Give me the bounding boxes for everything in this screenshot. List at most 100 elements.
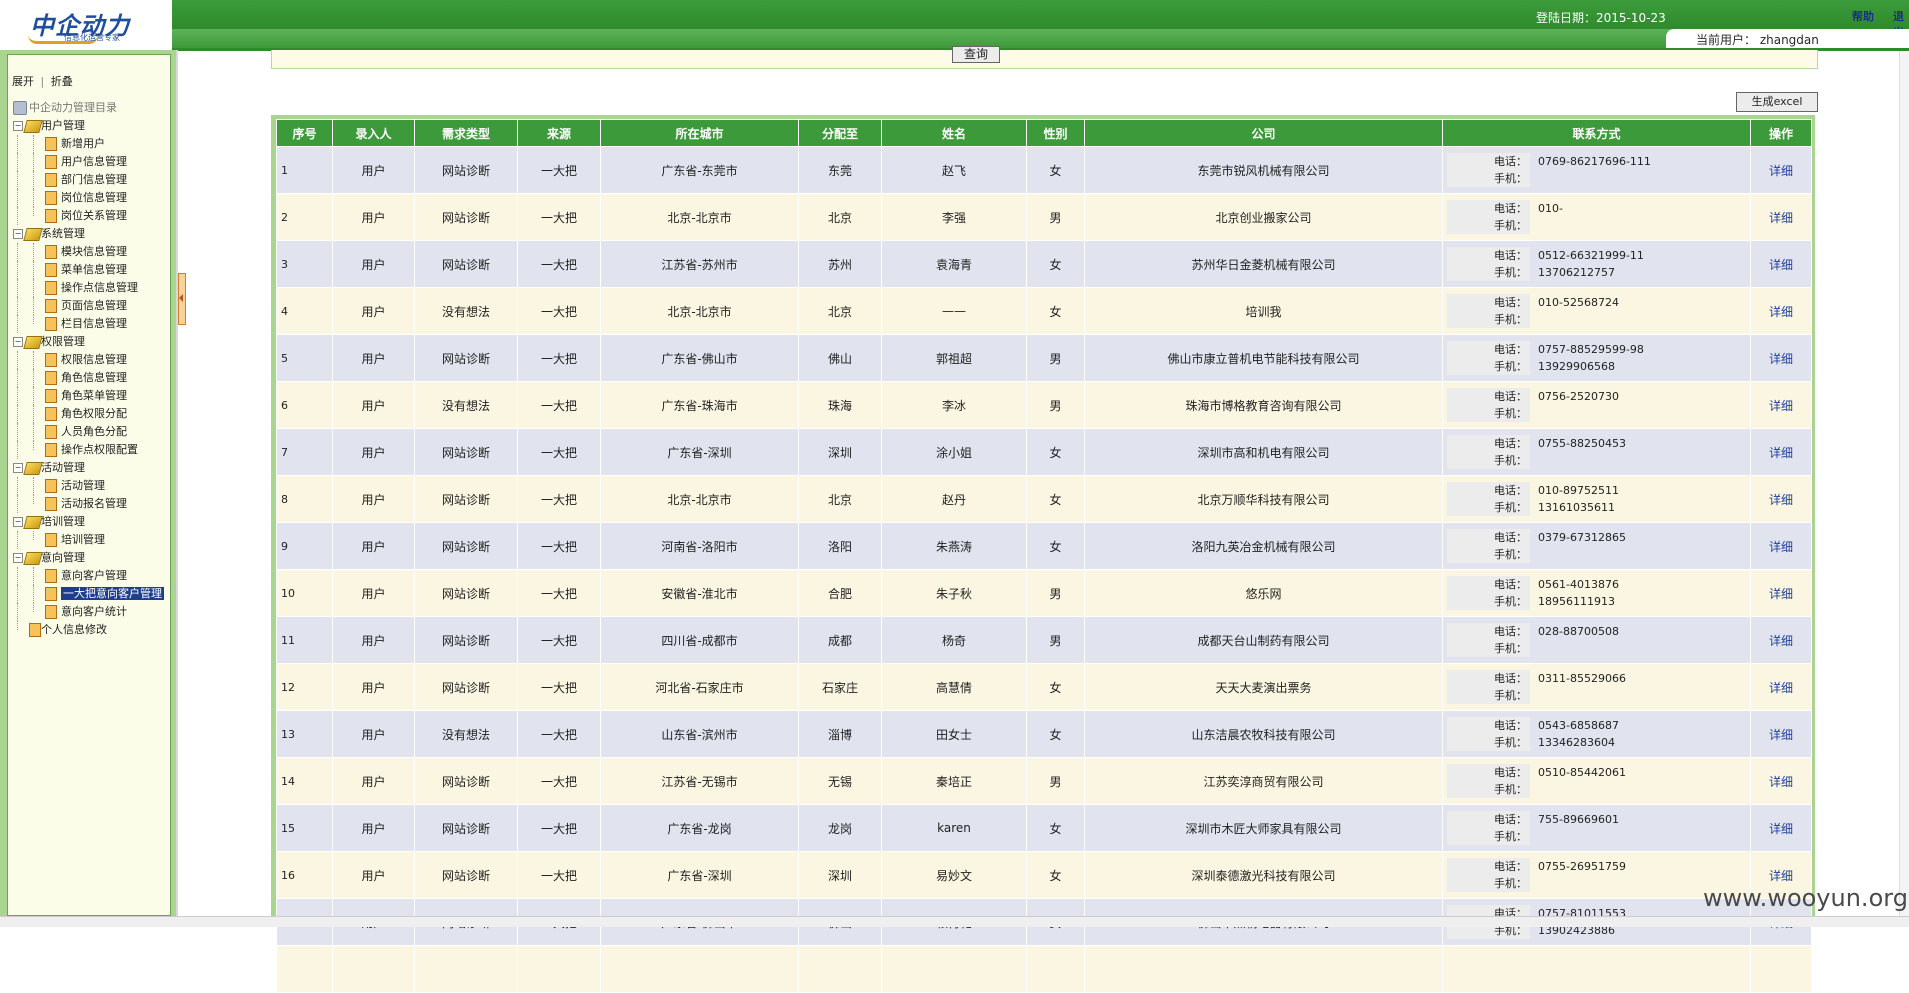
horizontal-scrollbar[interactable] [0,916,1909,927]
cell-city: 山东省-滨州市 [600,710,799,758]
tree-group[interactable]: − 权限管理 [11,333,164,351]
tree-item[interactable]: 新增用户 [11,135,164,153]
cell-contact: 电话： 0512-66321999-11 手机： 13706212757 [1442,240,1751,288]
tree-item[interactable]: 模块信息管理 [11,243,164,261]
tree-item[interactable]: 活动管理 [11,477,164,495]
table-row: 5 用户 网站诊断 一大把 广东省-佛山市 佛山 郭祖超男佛山市康立普机电节能科技有限公司电… [276,334,1812,382]
mobile-value: 13346283604 [1538,736,1615,749]
tree-line [33,585,34,603]
tree-group[interactable]: − 活动管理 [11,459,164,477]
tree-line [17,477,18,495]
cell-company: 山东洁晨农牧科技有限公司 [1084,710,1443,758]
customer-table: 序号 录入人 需求类型 来源 所在城市 分配至 姓名 性别 公司 联系方式 操作 1 用户 网站诊断 一大… [276,119,1812,993]
cell-name: 李强 [881,193,1027,241]
tree-line [33,351,34,369]
cell-type: 没有想法 [414,381,518,429]
table-row: 11 用户 网站诊断 一大把 四川省-成都市 成都 杨奇男成都天台山制药有限公司 电话： 028… [276,616,1812,664]
cell-to: 无锡 [798,757,882,805]
tree-group[interactable]: − 用户管理 [11,117,164,135]
detail-link[interactable]: 详细 [1750,710,1812,758]
cell-type: 网站诊断 [414,240,518,288]
tree-item[interactable]: 意向客户统计 [11,603,164,621]
tree-item[interactable]: 操作点信息管理 [11,279,164,297]
page-icon [45,389,57,403]
page-icon [45,191,57,205]
tree-item[interactable]: 培训管理 [11,531,164,549]
collapse-toggle-icon[interactable]: − [13,517,23,527]
detail-link[interactable]: 详细 [1750,240,1812,288]
collapse-toggle-icon[interactable]: − [13,121,23,131]
collapse-toggle-icon[interactable]: − [13,337,23,347]
expand-all-link[interactable]: 展开 [12,75,34,88]
detail-link[interactable]: 详细 [1750,522,1812,570]
tree-line [33,297,34,315]
tree-item[interactable]: 活动报名管理 [11,495,164,513]
export-excel-button[interactable]: 生成excel [1736,92,1818,112]
tree-item[interactable]: 一大把意向客户管理 [11,585,164,603]
tree-item[interactable]: 操作点权限配置 [11,441,164,459]
mobile-line: 手机： 13706212757 [1443,264,1750,281]
cell-sex: 男 [1026,569,1085,617]
watermark: www.wooyun.org [1703,884,1908,912]
toggle-separator: | [40,75,45,88]
sidebar-collapse-handle[interactable] [178,273,186,325]
vertical-scrollbar[interactable] [1899,51,1909,916]
detail-link[interactable]: 详细 [1750,757,1812,805]
mobile-line: 手机： [1443,311,1750,328]
cell-sex: 女 [1026,475,1085,523]
tree-item[interactable]: 部门信息管理 [11,171,164,189]
detail-link[interactable]: 详细 [1750,663,1812,711]
tree-item[interactable]: 意向客户管理 [11,567,164,585]
tree-group[interactable]: − 意向管理 [11,549,164,567]
detail-link[interactable]: 详细 [1750,381,1812,429]
tree-item-label: 菜单信息管理 [61,263,127,276]
collapse-toggle-icon[interactable]: − [13,553,23,563]
cell-src: 一大把 [517,428,601,476]
phone-value: 0755-26951759 [1538,860,1626,873]
detail-link[interactable]: 详细 [1750,193,1812,241]
detail-link[interactable]: 详细 [1750,569,1812,617]
tree-item[interactable]: 岗位信息管理 [11,189,164,207]
cell-to: 合肥 [798,569,882,617]
detail-link[interactable]: 详细 [1750,334,1812,382]
logo[interactable]: 中企动力 信息化运营专家 [0,0,173,50]
tree-item[interactable]: 角色信息管理 [11,369,164,387]
mobile-label: 手机： [1447,405,1530,422]
detail-link[interactable]: 详细 [1750,616,1812,664]
tree-group[interactable]: − 培训管理 [11,513,164,531]
tree-root[interactable]: 中企动力管理目录 [11,99,164,117]
detail-link[interactable]: 详细 [1750,804,1812,852]
cell-to: 石家庄 [798,663,882,711]
mobile-label: 手机： [1447,264,1530,281]
cell-city: 北京-北京市 [600,287,799,335]
tree-item[interactable]: 角色权限分配 [11,405,164,423]
mobile-label: 手机： [1447,452,1530,469]
phone-label: 电话： [1447,341,1530,358]
tree-item[interactable]: 人员角色分配 [11,423,164,441]
help-link[interactable]: 帮助 [1852,8,1874,24]
detail-link[interactable]: 详细 [1750,428,1812,476]
tree-item[interactable]: 页面信息管理 [11,297,164,315]
tree-item-profile[interactable]: 个人信息修改 [11,621,164,639]
collapse-toggle-icon[interactable]: − [13,463,23,473]
cell-type: 网站诊断 [414,193,518,241]
query-button[interactable]: 查询 [952,46,1000,63]
table-row: 3 用户 网站诊断 一大把 江苏省-苏州市 苏州 袁海青女苏州华日金菱机械有限公司 电话： 05… [276,240,1812,288]
collapse-all-link[interactable]: 折叠 [51,75,73,88]
detail-link[interactable]: 详细 [1750,287,1812,335]
tree-item[interactable]: 用户信息管理 [11,153,164,171]
sidebar-divider [176,50,178,926]
cell-no: 1 [276,146,333,194]
tree-item[interactable]: 岗位关系管理 [11,207,164,225]
detail-link[interactable]: 详细 [1750,146,1812,194]
tree-group[interactable]: − 系统管理 [11,225,164,243]
phone-value: 028-88700508 [1538,625,1619,638]
collapse-toggle-icon[interactable]: − [13,229,23,239]
tree-item[interactable]: 栏目信息管理 [11,315,164,333]
detail-link[interactable]: 详细 [1750,475,1812,523]
tree-item[interactable]: 角色菜单管理 [11,387,164,405]
tree-item[interactable]: 权限信息管理 [11,351,164,369]
cell-src: 一大把 [517,193,601,241]
tree-item[interactable]: 菜单信息管理 [11,261,164,279]
phone-value: 0769-86217696-111 [1538,155,1651,168]
